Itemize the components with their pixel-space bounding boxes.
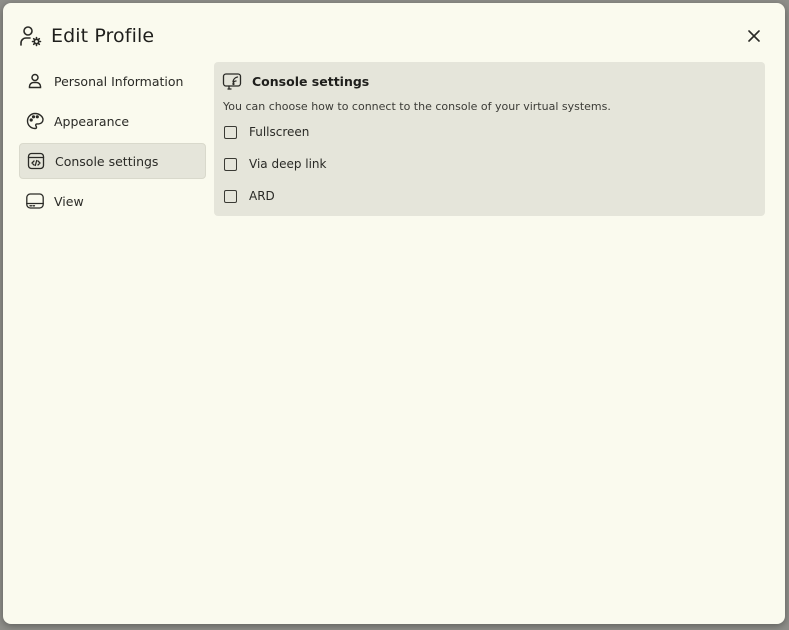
edit-profile-dialog: Edit Profile Personal Information Appear… (3, 3, 785, 624)
close-button[interactable] (743, 25, 765, 47)
sidebar-item-label: Appearance (54, 113, 130, 129)
via-deep-link-checkbox[interactable] (224, 157, 237, 171)
option-label: Fullscreen (249, 125, 310, 139)
palette-icon (25, 111, 45, 131)
sidebar-item-appearance[interactable]: Appearance (19, 103, 206, 139)
sidebar-item-view[interactable]: View (19, 183, 206, 219)
close-icon (748, 30, 760, 42)
console-settings-panel: Console settings You can choose how to c… (214, 62, 765, 216)
profile-sidebar: Personal Information Appearance Console … (19, 63, 206, 223)
panel-title: Console settings (252, 73, 370, 89)
monitor-icon (25, 191, 45, 211)
user-gear-icon (19, 24, 43, 48)
sidebar-item-label: Personal Information (54, 73, 184, 89)
option-via-deep-link[interactable]: Via deep link (224, 157, 326, 171)
panel-header: Console settings (222, 71, 369, 91)
person-icon (25, 71, 45, 91)
option-label: ARD (249, 189, 275, 203)
sidebar-item-console-settings[interactable]: Console settings (19, 143, 206, 179)
panel-description: You can choose how to connect to the con… (223, 100, 611, 113)
option-fullscreen[interactable]: Fullscreen (224, 125, 309, 139)
cast-screen-icon (222, 71, 242, 91)
ard-checkbox[interactable] (224, 189, 237, 203)
option-label: Via deep link (249, 157, 327, 171)
sidebar-item-label: Console settings (55, 153, 159, 169)
dialog-title: Edit Profile (51, 25, 155, 47)
fullscreen-checkbox[interactable] (224, 125, 237, 139)
dialog-header: Edit Profile (19, 21, 154, 51)
code-window-icon (26, 151, 46, 171)
sidebar-item-personal-information[interactable]: Personal Information (19, 63, 206, 99)
option-ard[interactable]: ARD (224, 189, 275, 203)
sidebar-item-label: View (54, 193, 84, 209)
